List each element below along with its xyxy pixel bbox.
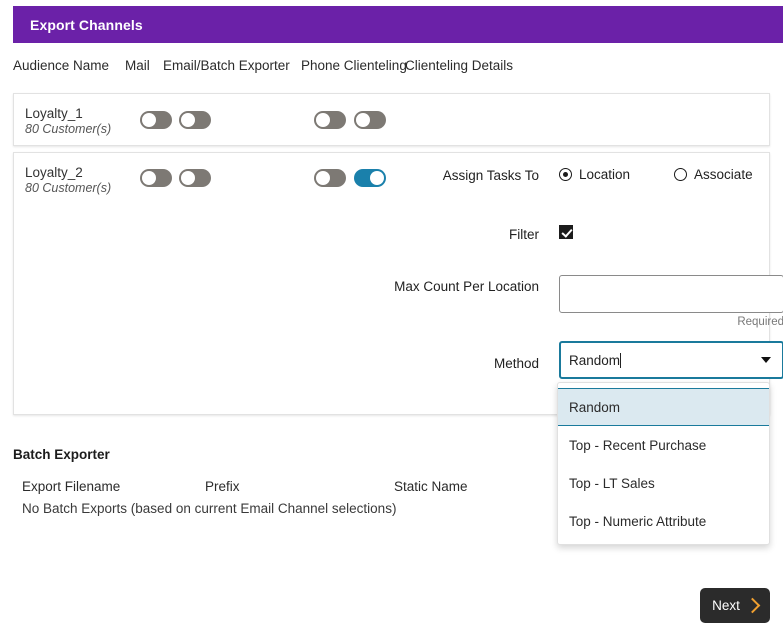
audience-customer-count: 80 Customer(s)	[25, 122, 112, 136]
max-count-per-location-label: Max Count Per Location	[394, 279, 539, 294]
channel-column-headers: Audience Name Mail Email/Batch Exporter …	[13, 58, 770, 80]
column-header-phone-clienteling: Phone Clienteling	[301, 58, 407, 73]
chevron-down-icon[interactable]	[761, 357, 771, 363]
audience-name: Loyalty_1	[25, 106, 83, 121]
next-button-label: Next	[712, 598, 740, 613]
assign-tasks-radio-group: Location Associate	[559, 167, 753, 182]
email-batch-exporter-toggle-row-1[interactable]	[179, 111, 211, 129]
batch-column-header-prefix: Prefix	[205, 479, 240, 494]
phone-clienteling-toggle-row-2[interactable]	[314, 169, 346, 187]
radio-option-location[interactable]: Location	[559, 167, 630, 182]
text-cursor	[620, 352, 622, 368]
dropdown-option-top-numeric-attribute[interactable]: Top - Numeric Attribute	[558, 502, 769, 540]
mail-toggle-row-1[interactable]	[140, 111, 172, 129]
toggle-knob	[316, 113, 330, 127]
max-count-required-helper: Required	[737, 316, 783, 328]
clienteling-details-toggle-row-2[interactable]	[354, 169, 386, 187]
method-combobox[interactable]: Random	[559, 341, 783, 379]
column-header-email-batch-exporter: Email/Batch Exporter	[163, 58, 290, 73]
dropdown-option-top-lt-sales[interactable]: Top - LT Sales	[558, 464, 769, 502]
phone-clienteling-toggle-row-1[interactable]	[314, 111, 346, 129]
assign-tasks-to-label: Assign Tasks To	[442, 168, 539, 183]
dropdown-option-top-recent-purchase[interactable]: Top - Recent Purchase	[558, 426, 769, 464]
toggle-knob	[356, 113, 370, 127]
toggle-knob	[142, 113, 156, 127]
chevron-right-icon	[744, 597, 761, 614]
radio-label-associate: Associate	[694, 167, 753, 182]
page-title: Export Channels	[30, 16, 143, 33]
method-label: Method	[493, 356, 539, 371]
batch-exporter-empty-message: No Batch Exports (based on current Email…	[22, 501, 397, 516]
radio-mark-icon	[559, 168, 572, 181]
toggle-knob	[142, 171, 156, 185]
toggle-knob	[316, 171, 330, 185]
method-combobox-value: Random	[569, 352, 621, 368]
filter-label: Filter	[509, 227, 539, 242]
toggle-knob	[181, 171, 195, 185]
dropdown-option-random[interactable]: Random	[558, 388, 769, 426]
filter-checkbox[interactable]	[559, 225, 573, 239]
mail-toggle-row-2[interactable]	[140, 169, 172, 187]
batch-exporter-title: Batch Exporter	[13, 447, 110, 462]
batch-column-header-static-name: Static Name	[394, 479, 468, 494]
export-channels-header: Export Channels	[13, 6, 783, 43]
column-header-mail: Mail	[125, 58, 150, 73]
method-dropdown-panel: Random Top - Recent Purchase Top - LT Sa…	[557, 382, 770, 545]
batch-column-header-export-filename: Export Filename	[22, 479, 121, 494]
audience-row-loyalty-2: Loyalty_2 80 Customer(s) Assign Tasks To…	[13, 152, 783, 415]
radio-mark-icon	[674, 168, 688, 181]
radio-label-location: Location	[579, 167, 631, 182]
max-count-per-location-input[interactable]	[559, 275, 783, 313]
audience-customer-count: 80 Customer(s)	[25, 181, 112, 195]
radio-option-associate[interactable]: Associate	[674, 167, 753, 182]
next-button[interactable]: Next	[700, 588, 770, 623]
toggle-knob	[181, 113, 195, 127]
column-header-audience-name: Audience Name	[13, 58, 110, 73]
email-batch-exporter-toggle-row-2[interactable]	[179, 169, 211, 187]
audience-name: Loyalty_2	[25, 165, 83, 180]
column-header-clienteling-details: Clienteling Details	[405, 58, 514, 73]
clienteling-details-toggle-row-1[interactable]	[354, 111, 386, 129]
audience-row-loyalty-1: Loyalty_1 80 Customer(s)	[13, 93, 770, 146]
toggle-knob	[370, 171, 384, 185]
